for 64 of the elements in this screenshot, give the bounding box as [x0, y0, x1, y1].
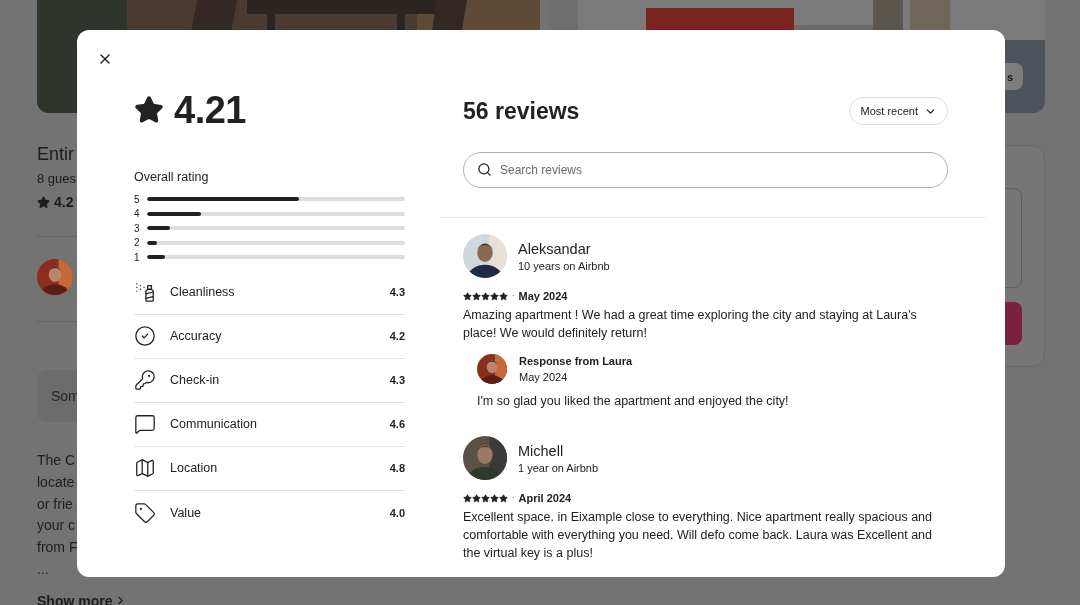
- sort-dropdown[interactable]: Most recent: [848, 97, 948, 125]
- review-text: Excellent space. in Eixample close to everything. Nice apartment really spacious and comfortable with everything you need. Will defo come back. Laura was Excellent and the virtual key is a plus!: [463, 509, 933, 562]
- category-score: 4.3: [389, 374, 405, 386]
- map-icon: [134, 457, 156, 479]
- rating-number: 4: [134, 208, 141, 220]
- overall-score: 4.21: [174, 88, 246, 132]
- star-icon: [37, 195, 50, 209]
- description-line: your c: [37, 516, 76, 536]
- search-field[interactable]: Search reviews: [463, 152, 948, 188]
- star-icon: [499, 291, 508, 301]
- star-icon: [472, 291, 481, 301]
- category-label: Accuracy: [170, 329, 223, 343]
- category-label: Cleanliness: [170, 285, 236, 299]
- rating-number: 5: [134, 193, 141, 205]
- star-icon: [134, 95, 164, 125]
- speech-bubble-icon: [134, 413, 156, 435]
- category-score: 4.0: [389, 506, 405, 519]
- separator-dot: ·: [512, 291, 515, 301]
- reviewer-tenure: 1 year on Airbnb: [518, 461, 599, 474]
- review-date: April 2024: [518, 492, 572, 504]
- listing-subtitle: 8 gues: [37, 171, 77, 186]
- spray-bottle-icon: [134, 281, 156, 303]
- response-text: I'm so glad you liked the apartment and enjoyed the city!: [477, 393, 790, 410]
- category-score: 4.2: [389, 330, 405, 342]
- description-line: locate: [37, 472, 75, 492]
- rating-number: 1: [134, 251, 141, 263]
- description-line: The C: [37, 451, 76, 470]
- reviews-title: 56 reviews: [463, 97, 580, 125]
- category-label: Check-in: [170, 373, 221, 387]
- category-score: 4.6: [389, 418, 405, 430]
- overall-rating-label: Overall rating: [134, 170, 210, 184]
- response-title: Response from Laura: [519, 355, 633, 367]
- star-icon: [463, 291, 472, 301]
- tag-icon: [134, 501, 156, 524]
- show-more-link[interactable]: Show more: [37, 592, 128, 605]
- check-circle-icon: [134, 325, 156, 347]
- star-icon: [481, 493, 490, 503]
- category-label: Value: [170, 505, 203, 520]
- listing-rating: 4.2: [54, 194, 74, 210]
- category-label: Communication: [170, 417, 258, 431]
- star-icon: [472, 493, 481, 503]
- star-icon: [481, 291, 490, 301]
- review-text: Amazing apartment ! We had a great time exploring the city and staying at Laura's place! We would definitely return!: [463, 307, 918, 342]
- search-icon: [477, 162, 492, 177]
- key-icon: [134, 369, 156, 391]
- rating-number: 3: [134, 222, 141, 234]
- description-line: or frie: [37, 494, 73, 514]
- star-icon: [490, 493, 499, 503]
- star-icon: [463, 493, 472, 503]
- reviewer-name: Michell: [518, 442, 565, 459]
- rating-number: 2: [134, 237, 141, 249]
- response-date: May 2024: [519, 371, 569, 383]
- description-line: ...: [37, 560, 49, 579]
- category-label: Location: [170, 461, 219, 475]
- reviewer-tenure: 10 years on Airbnb: [518, 259, 610, 272]
- review-date: May 2024: [518, 290, 568, 302]
- reviewer-name: Aleksandar: [518, 240, 592, 257]
- star-icon: [499, 493, 508, 503]
- description-line: from F: [37, 538, 78, 558]
- category-score: 4.8: [389, 462, 405, 474]
- separator-dot: ·: [512, 493, 515, 503]
- star-icon: [490, 291, 499, 301]
- listing-title: Entir: [37, 144, 74, 165]
- category-score: 4.3: [389, 286, 405, 298]
